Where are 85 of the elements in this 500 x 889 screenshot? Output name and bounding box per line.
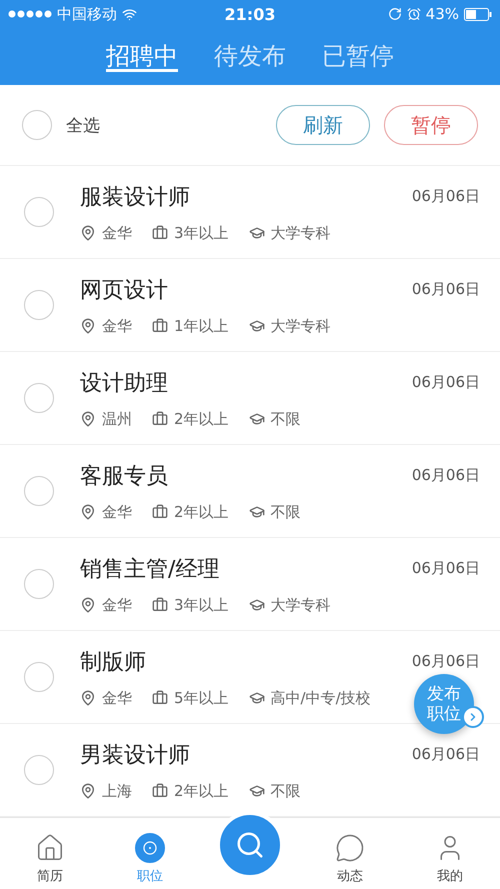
refresh-button[interactable]: 刷新: [276, 105, 370, 145]
post-date: 06月06日: [412, 187, 480, 206]
clock-time: 21:03: [224, 4, 276, 24]
location-pin-icon: [80, 504, 96, 520]
post-date: 06月06日: [412, 652, 480, 671]
nav-tab-label[interactable]: 职位: [137, 867, 163, 885]
select-all-label: 全选: [66, 114, 101, 136]
select-all-checkbox[interactable]: [22, 110, 52, 140]
tab[interactable]: 已暂停: [322, 28, 394, 72]
location-pin-icon: [80, 411, 96, 427]
education-label: 大学专科: [270, 316, 331, 336]
experience-label: 2年以上: [174, 502, 229, 522]
alarm-icon: [406, 7, 421, 21]
nav-tab-label[interactable]: 我的: [437, 867, 463, 885]
wifi-icon: [122, 6, 137, 22]
experience-label: 3年以上: [174, 224, 229, 242]
location-pin-icon: [80, 597, 96, 613]
tab[interactable]: 招聘中: [106, 28, 178, 72]
briefcase-icon: [152, 783, 168, 799]
row-checkbox[interactable]: [24, 662, 54, 692]
post-date: 06月06日: [412, 466, 480, 485]
job-title: 男装设计师: [80, 742, 190, 770]
briefcase-icon: [152, 411, 168, 427]
education-label: 大学专科: [270, 596, 331, 614]
city-label: 金华: [102, 224, 132, 242]
row-checkbox[interactable]: [24, 569, 54, 599]
city-label: 金华: [102, 316, 132, 336]
briefcase-icon: [152, 318, 168, 334]
city-label: 金华: [102, 596, 132, 614]
post-date: 06月06日: [412, 373, 480, 392]
chevron-right-icon: [462, 706, 484, 728]
row-checkbox[interactable]: [24, 197, 54, 227]
nav-tab-label[interactable]: 动态: [337, 867, 363, 885]
city-label: 温州: [102, 410, 132, 428]
graduation-cap-icon: [248, 597, 265, 613]
location-pin-icon: [80, 318, 96, 334]
pause-button[interactable]: 暂停: [384, 105, 478, 145]
job-title: 销售主管/经理: [80, 556, 220, 584]
experience-label: 2年以上: [174, 782, 229, 800]
location-pin-icon: [80, 225, 96, 241]
city-label: 金华: [102, 502, 132, 522]
graduation-cap-icon: [248, 783, 265, 799]
education-label: 不限: [270, 782, 301, 800]
briefcase-icon: [152, 225, 168, 241]
nav-tab-label[interactable]: 简历: [37, 867, 63, 885]
experience-label: 3年以上: [174, 596, 229, 614]
graduation-cap-icon: [248, 225, 265, 241]
graduation-cap-icon: [248, 318, 265, 334]
graduation-cap-icon: [248, 411, 265, 427]
battery-icon: [464, 8, 492, 20]
post-date: 06月06日: [412, 559, 480, 578]
education-label: 不限: [270, 410, 301, 428]
experience-label: 2年以上: [174, 410, 229, 428]
carrier-name: 中国移动: [57, 4, 117, 24]
location-pin-icon: [80, 783, 96, 799]
briefcase-icon: [152, 597, 168, 613]
job-title: 网页设计: [80, 276, 168, 304]
job-title: 客服专员: [80, 462, 168, 490]
briefcase-icon: [152, 504, 168, 520]
search-icon: [235, 830, 265, 860]
graduation-cap-icon: [248, 504, 265, 520]
education-label: 不限: [270, 502, 301, 522]
education-label: 高中/中专/技校: [270, 688, 371, 708]
post-date: 06月06日: [412, 280, 480, 299]
job-title: 设计助理: [80, 370, 168, 398]
rotation-lock-icon: [388, 7, 402, 21]
battery-percent: 43%: [426, 5, 459, 23]
post-job-button[interactable]: 发布职位: [414, 674, 474, 734]
job-title: 制版师: [80, 648, 146, 676]
experience-label: 5年以上: [174, 688, 229, 708]
experience-label: 1年以上: [174, 316, 229, 336]
city-label: 上海: [102, 782, 132, 800]
education-label: 大学专科: [270, 224, 331, 242]
row-checkbox[interactable]: [24, 755, 54, 785]
signal-icon: [8, 10, 52, 18]
briefcase-icon: [152, 690, 168, 706]
row-checkbox[interactable]: [24, 476, 54, 506]
city-label: 金华: [102, 688, 132, 708]
location-pin-icon: [80, 690, 96, 706]
tab[interactable]: 待发布: [214, 28, 286, 72]
graduation-cap-icon: [248, 690, 265, 706]
row-checkbox[interactable]: [24, 290, 54, 320]
post-date: 06月06日: [412, 745, 480, 764]
job-title: 服装设计师: [80, 184, 190, 212]
row-checkbox[interactable]: [24, 383, 54, 413]
